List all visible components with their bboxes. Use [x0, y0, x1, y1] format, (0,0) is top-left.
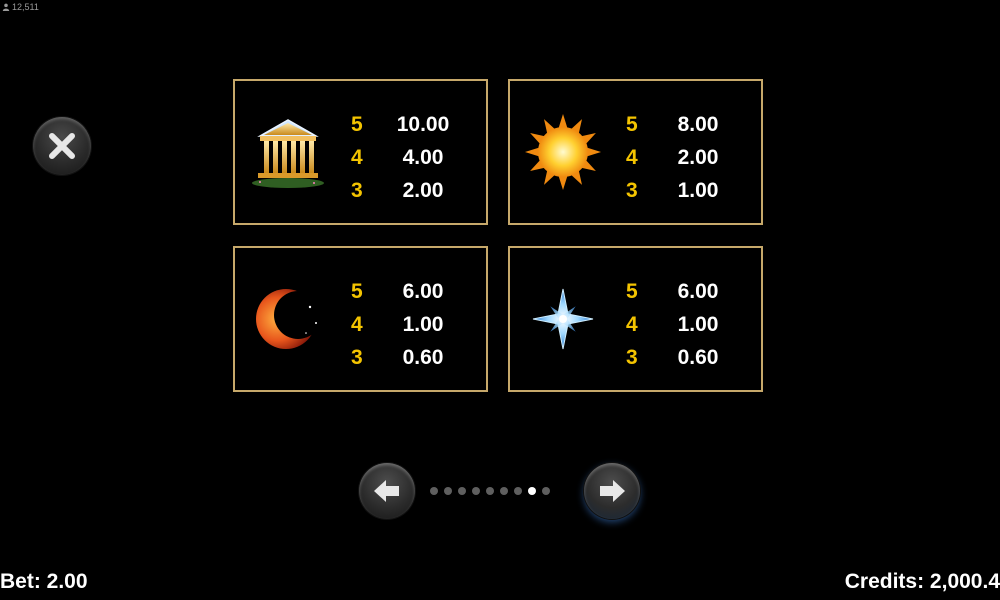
payout-amount: 2.00 — [677, 145, 719, 169]
symbol-count: 4 — [351, 312, 363, 336]
payout-row: 3 2.00 — [351, 174, 461, 207]
credits-display: Credits: 2,000.4 — [844, 570, 1000, 593]
symbol-count: 3 — [351, 178, 363, 202]
payout-amount: 0.60 — [677, 345, 719, 369]
symbol-count: 5 — [351, 279, 363, 303]
star-icon — [520, 274, 606, 364]
payout-amount: 8.00 — [677, 112, 719, 136]
payout-row: 4 4.00 — [351, 141, 461, 174]
paytable-card-sun: 5 8.00 4 2.00 3 1.00 — [508, 79, 763, 225]
symbol-count: 4 — [351, 145, 363, 169]
payout-row: 3 0.60 — [626, 341, 736, 374]
page-dot[interactable] — [430, 487, 438, 495]
player-count-value: 12,511 — [12, 2, 39, 12]
page-dot-active[interactable] — [528, 487, 536, 495]
page-dot[interactable] — [458, 487, 466, 495]
next-page-button[interactable] — [584, 463, 640, 519]
payout-row: 3 0.60 — [351, 341, 461, 374]
payout-row: 5 10.00 — [351, 108, 461, 141]
payout-row: 5 6.00 — [351, 275, 461, 308]
close-icon — [49, 133, 75, 159]
sun-icon — [520, 107, 606, 197]
person-icon — [2, 3, 10, 11]
payout-amount: 6.00 — [402, 279, 444, 303]
paytable-card-moon: 5 6.00 4 1.00 3 0.60 — [233, 246, 488, 392]
symbol-count: 3 — [351, 345, 363, 369]
page-dot[interactable] — [486, 487, 494, 495]
symbol-count: 3 — [626, 178, 638, 202]
temple-icon — [245, 107, 331, 197]
payout-row: 3 1.00 — [626, 174, 736, 207]
symbol-count: 4 — [626, 312, 638, 336]
page-dot[interactable] — [514, 487, 522, 495]
page-dot[interactable] — [472, 487, 480, 495]
payout-amount: 4.00 — [402, 145, 444, 169]
paytable-screen: 12,511 5 10.00 4 4.00 3 2.00 5 8.00 4 2.… — [0, 0, 1000, 600]
symbol-count: 4 — [626, 145, 638, 169]
payout-row: 5 6.00 — [626, 275, 736, 308]
previous-page-button[interactable] — [359, 463, 415, 519]
page-dot[interactable] — [542, 487, 550, 495]
page-dot[interactable] — [500, 487, 508, 495]
payout-amount: 0.60 — [402, 345, 444, 369]
payout-amount: 1.00 — [402, 312, 444, 336]
payout-amount: 2.00 — [402, 178, 444, 202]
payout-amount: 10.00 — [396, 112, 450, 136]
payout-amount: 1.00 — [677, 178, 719, 202]
payout-row: 4 1.00 — [626, 308, 736, 341]
symbol-count: 5 — [351, 112, 363, 136]
payout-amount: 1.00 — [677, 312, 719, 336]
paytable-card-temple: 5 10.00 4 4.00 3 2.00 — [233, 79, 488, 225]
player-count: 12,511 — [2, 2, 39, 12]
symbol-count: 5 — [626, 279, 638, 303]
payout-amount: 6.00 — [677, 279, 719, 303]
payout-row: 4 1.00 — [351, 308, 461, 341]
paytable-card-star: 5 6.00 4 1.00 3 0.60 — [508, 246, 763, 392]
page-indicator — [430, 487, 550, 495]
payout-row: 5 8.00 — [626, 108, 736, 141]
symbol-count: 3 — [626, 345, 638, 369]
arrow-left-icon — [374, 480, 399, 502]
symbol-count: 5 — [626, 112, 638, 136]
close-button[interactable] — [33, 117, 91, 175]
bet-display: Bet: 2.00 — [0, 570, 88, 593]
arrow-right-icon — [600, 480, 625, 502]
moon-icon — [245, 274, 331, 364]
page-dot[interactable] — [444, 487, 452, 495]
payout-row: 4 2.00 — [626, 141, 736, 174]
